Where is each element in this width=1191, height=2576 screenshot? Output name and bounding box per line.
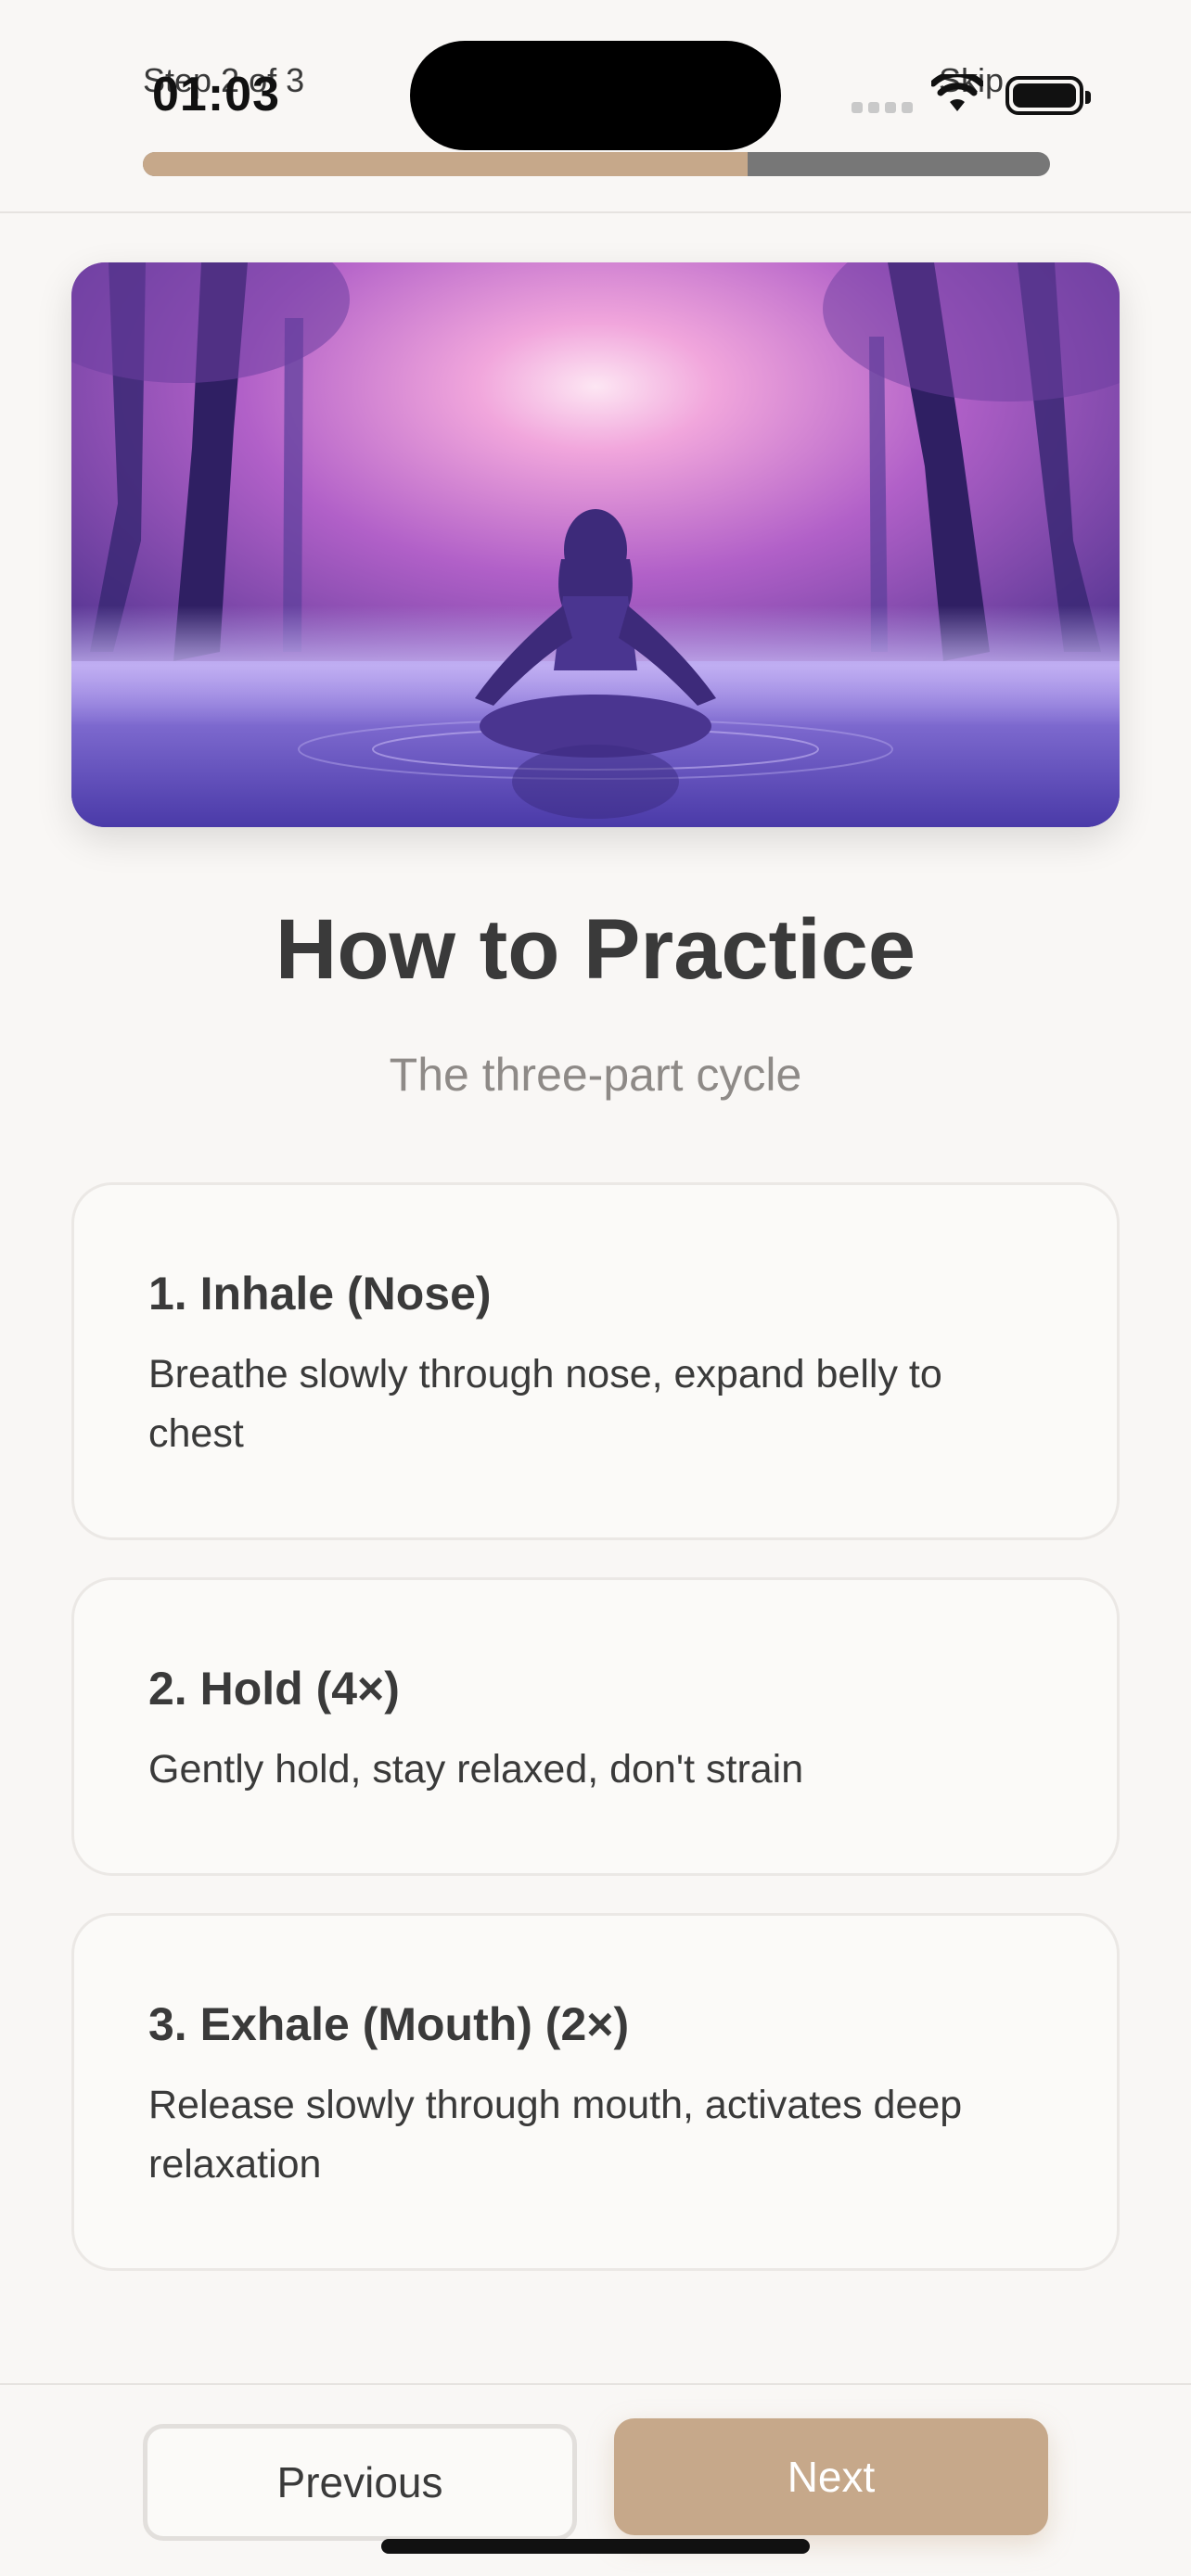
step-card-title: 2. Hold (4×)	[148, 1663, 400, 1715]
progress-bar	[143, 152, 1050, 176]
next-button[interactable]: Next	[614, 2418, 1048, 2535]
step-card: 2. Hold (4×) Gently hold, stay relaxed, …	[71, 1577, 1120, 1876]
step-card-title: 1. Inhale (Nose)	[148, 1268, 492, 1320]
step-card-title: 3. Exhale (Mouth) (2×)	[148, 1998, 630, 2050]
progress-bar-fill	[143, 152, 749, 176]
page-title: How to Practice	[275, 902, 916, 997]
step-card: 3. Exhale (Mouth) (2×) Release slowly th…	[71, 1913, 1120, 2271]
step-card-text: Release slowly through mouth, activates …	[148, 2083, 963, 2187]
meditation-image	[71, 262, 1120, 827]
battery-icon	[1005, 76, 1091, 115]
step-card-text: Breathe slowly through nose, expand bell…	[148, 1352, 942, 1456]
hero-image	[71, 262, 1120, 827]
page-subtitle: The three-part cycle	[389, 1049, 802, 1101]
step-card: 1. Inhale (Nose) Breathe slowly through …	[71, 1182, 1120, 1540]
previous-button[interactable]: Previous	[143, 2424, 577, 2541]
home-indicator[interactable]	[381, 2539, 810, 2554]
step-card-text: Gently hold, stay relaxed, don't strain	[148, 1747, 804, 1792]
wifi-icon	[931, 74, 983, 111]
cellular-signal-icon	[852, 102, 913, 115]
top-bar: Step 2 of 3 Skip 01:03	[0, 0, 1191, 213]
status-time: 01:03	[152, 68, 280, 121]
dynamic-island	[410, 41, 781, 150]
